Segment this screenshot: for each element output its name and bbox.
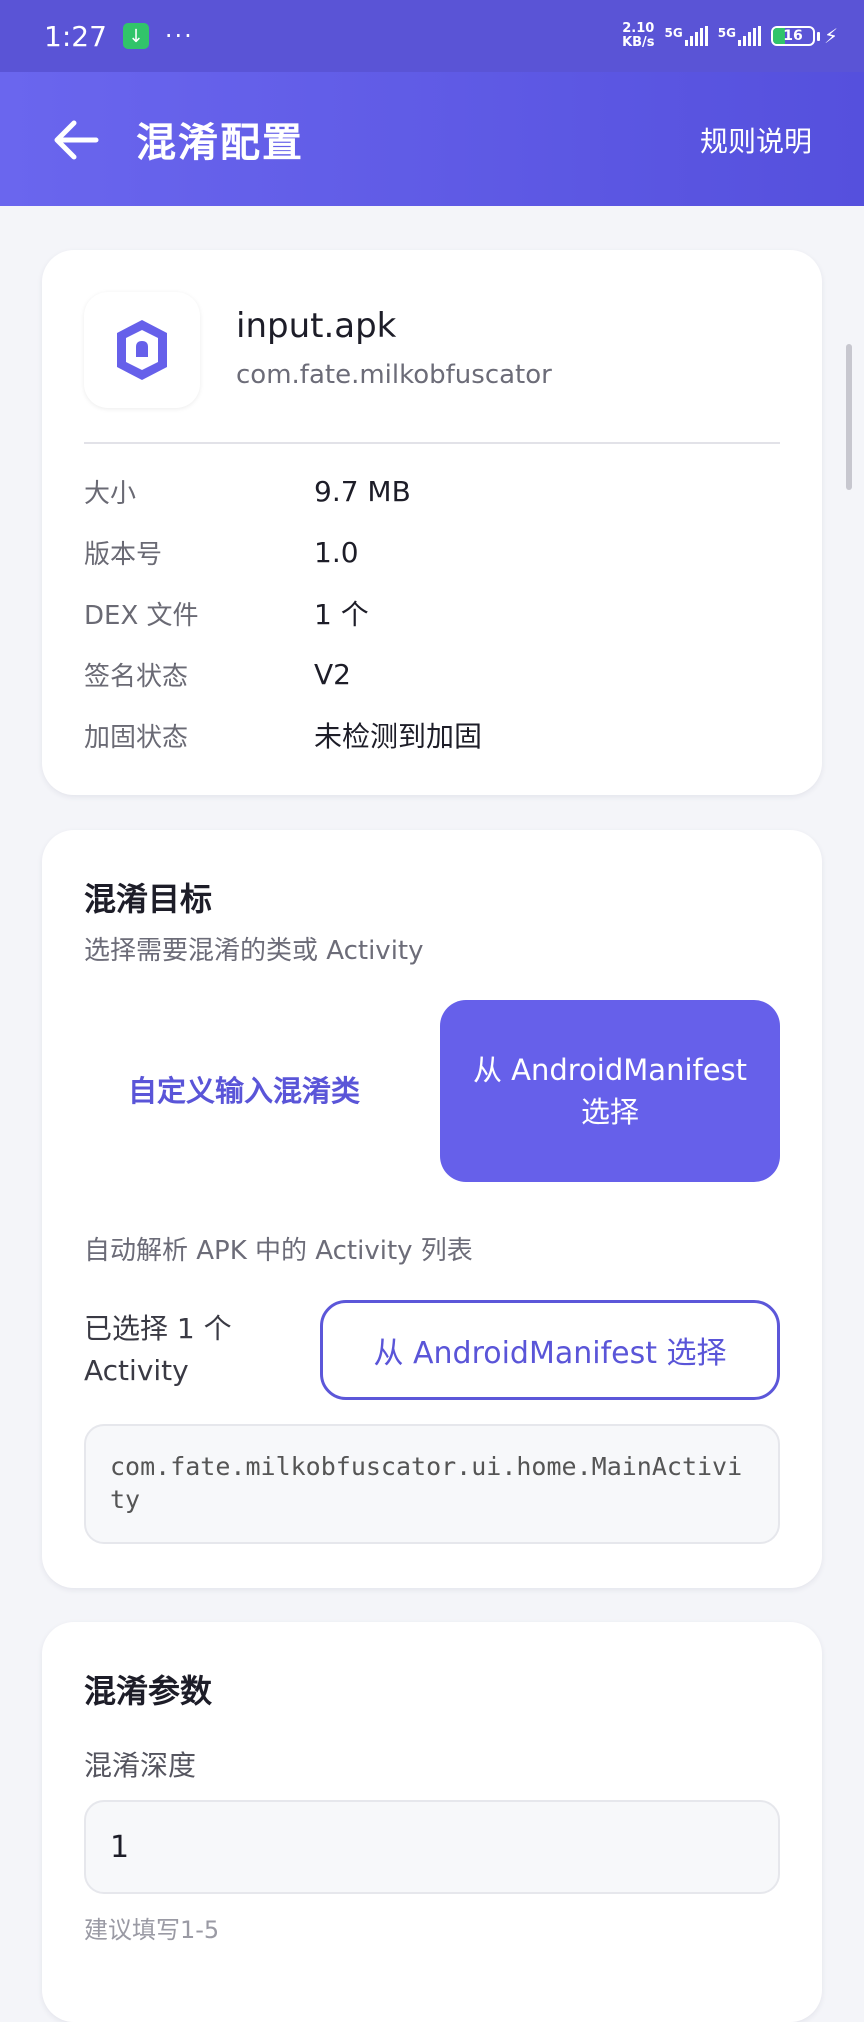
network-speed: 2.10 KB/s xyxy=(622,21,655,50)
obfuscation-params-card: 混淆参数 混淆深度 1 建议填写1-5 xyxy=(42,1622,822,2022)
selected-activity-box: com.fate.milkobfuscator.ui.home.MainActi… xyxy=(84,1424,780,1544)
signal-sim1-icon: 5G xyxy=(665,26,708,46)
apk-info-card: input.apk com.fate.milkobfuscator 大小 9.7… xyxy=(42,250,822,795)
package-name: com.fate.milkobfuscator xyxy=(236,360,552,390)
more-notifications-icon: ··· xyxy=(164,22,194,50)
depth-input[interactable]: 1 xyxy=(84,1800,780,1894)
manifest-hint: 自动解析 APK 中的 Activity 列表 xyxy=(84,1236,473,1266)
signal-sim2-icon: 5G xyxy=(718,26,761,46)
page-title: 混淆配置 xyxy=(136,120,304,166)
scrollbar[interactable] xyxy=(846,344,852,490)
info-row-version: 版本号 1.0 xyxy=(84,535,359,570)
app-bar: 混淆配置 规则说明 xyxy=(0,72,864,206)
depth-label: 混淆深度 xyxy=(84,1749,197,1782)
info-row-signature: 签名状态 V2 xyxy=(84,657,351,692)
status-time: 1:27 xyxy=(44,19,107,53)
info-row-size: 大小 9.7 MB xyxy=(84,474,411,509)
shield-icon xyxy=(117,320,167,380)
info-row-dex: DEX 文件 1 个 xyxy=(84,598,369,631)
target-title: 混淆目标 xyxy=(84,880,213,918)
target-subtitle: 选择需要混淆的类或 Activity xyxy=(84,936,424,966)
battery-icon: 16 ⚡ xyxy=(770,24,838,48)
params-title: 混淆参数 xyxy=(84,1672,213,1710)
manifest-select-option[interactable]: 从 AndroidManifest 选择 xyxy=(440,1000,780,1182)
app-icon xyxy=(84,292,200,408)
back-arrow-icon[interactable] xyxy=(50,114,102,166)
charging-icon: ⚡ xyxy=(823,24,838,48)
selected-count: 已选择 1 个 Activity xyxy=(84,1312,232,1387)
obfuscation-target-card: 混淆目标 选择需要混淆的类或 Activity 自定义输入混淆类 从 Andro… xyxy=(42,830,822,1588)
rules-help-button[interactable]: 规则说明 xyxy=(700,120,812,160)
custom-input-option[interactable]: 自定义输入混淆类 xyxy=(84,1000,404,1182)
select-from-manifest-button[interactable]: 从 AndroidManifest 选择 xyxy=(320,1300,780,1400)
status-bar: 1:27 ↓ ··· 2.10 KB/s 5G 5G 16 ⚡ xyxy=(0,0,864,72)
download-icon: ↓ xyxy=(122,23,149,49)
depth-helper-text: 建议填写1-5 xyxy=(84,1916,220,1944)
apk-name: input.apk xyxy=(236,306,397,346)
divider xyxy=(84,442,780,444)
info-row-hardening: 加固状态 未检测到加固 xyxy=(84,720,483,753)
